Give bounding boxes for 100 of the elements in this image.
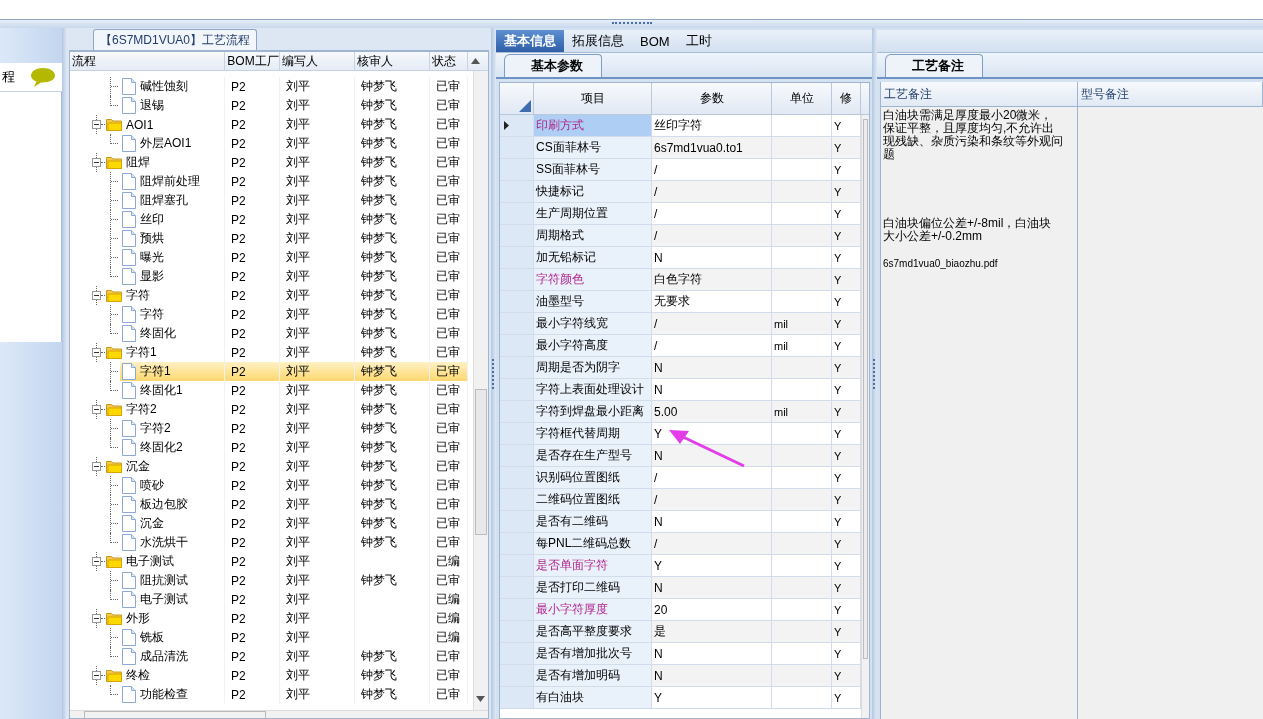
tree-item[interactable]: 沉金	[120, 514, 224, 533]
tree-item[interactable]: 阻焊	[126, 153, 150, 172]
table-cell: N	[652, 357, 772, 378]
tab[interactable]: BOM	[632, 30, 678, 52]
tree-item[interactable]: 字符2	[126, 400, 157, 419]
table-cell: P2	[225, 514, 280, 533]
folder-icon	[106, 118, 122, 131]
vertical-scrollbar[interactable]	[861, 115, 869, 718]
table-cell: 已审	[430, 476, 468, 495]
tree-item[interactable]: 功能检查	[120, 685, 224, 704]
column-header[interactable]: BOM工厂	[225, 52, 280, 70]
table-cell: 刘平	[280, 476, 355, 495]
table-cell: 刘平	[280, 134, 355, 153]
tree-item[interactable]: 丝印	[120, 210, 224, 229]
table-cell: 刘平	[280, 229, 355, 248]
tree-item[interactable]: 水洗烘干	[120, 533, 224, 552]
sub-tab[interactable]: 工艺备注	[885, 54, 983, 77]
column-header[interactable]: 状态	[430, 52, 468, 70]
tree-item[interactable]: 喷砂	[120, 476, 224, 495]
column-header[interactable]: 参数	[652, 83, 772, 114]
table-cell: 已审	[430, 153, 468, 172]
scroll-thumb[interactable]	[475, 389, 487, 535]
table-cell: P2	[225, 590, 280, 609]
tab[interactable]: 拓展信息	[564, 30, 632, 52]
column-header[interactable]: 单位	[772, 83, 832, 114]
tree-item[interactable]: 碱性蚀刻	[120, 77, 224, 96]
table-cell: 刘平	[280, 609, 355, 628]
horizontal-scrollbar[interactable]	[70, 710, 488, 718]
table-cell: 刘平	[280, 362, 355, 381]
tree-item[interactable]: 终固化	[120, 324, 224, 343]
notes-field[interactable]: 白油块需满足厚度最小20微米，保证平整，且厚度均匀,不允许出现残缺、杂质污染和条纹等外观问题 白油块偏位公差+/-8mil，白油块大小公差+/-0.2mm 6s7md1vua0_biaozhu.pdf	[881, 107, 1078, 719]
collapse-icon[interactable]	[92, 120, 101, 129]
collapse-icon[interactable]	[92, 557, 101, 566]
column-header[interactable]: 核审人	[355, 52, 430, 70]
tree-item[interactable]: AOI1	[126, 115, 154, 134]
speech-bubble-icon[interactable]	[30, 66, 56, 88]
tree-item[interactable]: 板边包胶	[120, 495, 224, 514]
table-cell: 刘平	[280, 115, 355, 134]
column-header[interactable]: 流程	[70, 52, 225, 70]
table-cell: 二维码位置图纸	[534, 489, 652, 510]
table-cell: Y	[652, 555, 772, 576]
scroll-thumb[interactable]	[863, 119, 868, 659]
column-header[interactable]: 型号备注	[1078, 82, 1263, 106]
table-cell: P2	[225, 571, 280, 590]
tree-item[interactable]: 显影	[120, 267, 224, 286]
table-cell: 是否单面字符	[534, 555, 652, 576]
tree-item[interactable]: 终检	[126, 666, 150, 685]
tree-item[interactable]: 沉金	[126, 457, 150, 476]
tree-item[interactable]: 铣板	[120, 628, 224, 647]
column-header[interactable]: 工艺备注	[881, 82, 1078, 106]
table-cell: 已编	[430, 552, 468, 571]
document-icon	[122, 192, 136, 209]
collapse-icon[interactable]	[92, 671, 101, 680]
note-text: 白油块需满足厚度最小20微米，保证平整，且厚度均匀,不允许出现残缺、杂质污染和条纹等外观问题	[883, 109, 1063, 161]
tree-item[interactable]: 退锡	[120, 96, 224, 115]
tree-item[interactable]: 阻焊塞孔	[120, 191, 224, 210]
document-icon	[122, 534, 136, 551]
tree-item[interactable]: 阻焊前处理	[120, 172, 224, 191]
column-header[interactable]: 编写人	[280, 52, 355, 70]
column-header[interactable]: 修	[832, 83, 861, 114]
table-cell: 有白油块	[534, 687, 652, 708]
document-icon	[122, 230, 136, 247]
tree-item[interactable]: 字符1	[120, 362, 224, 381]
column-header[interactable]: 项目	[534, 83, 652, 114]
scroll-down-icon[interactable]	[476, 696, 485, 702]
tree-item[interactable]: 终固化2	[120, 438, 224, 457]
tree-item[interactable]: 曝光	[120, 248, 224, 267]
panel-tab[interactable]: 【6S7MD1VUA0】工艺流程	[93, 29, 258, 50]
table-cell: 钟梦飞	[355, 647, 430, 666]
tab[interactable]: 基本信息	[496, 30, 564, 52]
table-cell: P2	[225, 647, 280, 666]
tree-item[interactable]: 字符	[126, 286, 150, 305]
tree-item[interactable]: 阻抗测试	[120, 571, 224, 590]
table-cell: 已审	[430, 457, 468, 476]
row-header[interactable]	[500, 115, 534, 136]
tree-item[interactable]: 预烘	[120, 229, 224, 248]
vertical-scrollbar[interactable]	[473, 71, 488, 710]
tree-item[interactable]: 字符	[120, 305, 224, 324]
tree-item[interactable]: 终固化1	[120, 381, 224, 400]
tree-item[interactable]: 成品清洗	[120, 647, 224, 666]
tree-item[interactable]: 外形	[126, 609, 150, 628]
tree-item[interactable]: 外层AOI1	[120, 134, 224, 153]
table-cell: 钟梦飞	[355, 305, 430, 324]
scroll-up-icon[interactable]	[470, 58, 480, 64]
collapse-icon[interactable]	[92, 462, 101, 471]
table-cell: P2	[225, 229, 280, 248]
tree-item[interactable]: 电子测试	[120, 590, 224, 609]
tree-item[interactable]: 字符2	[120, 419, 224, 438]
document-icon	[122, 439, 136, 456]
tree-item[interactable]: 电子测试	[126, 552, 174, 571]
collapse-icon[interactable]	[92, 291, 101, 300]
tab[interactable]: 工时	[677, 30, 720, 52]
collapse-icon[interactable]	[92, 405, 101, 414]
document-icon	[122, 306, 136, 323]
collapse-icon[interactable]	[92, 158, 101, 167]
collapse-icon[interactable]	[92, 348, 101, 357]
sub-tab[interactable]: 基本参数	[504, 54, 602, 77]
collapse-icon[interactable]	[92, 614, 101, 623]
folder-icon	[106, 669, 122, 682]
tree-item[interactable]: 字符1	[126, 343, 157, 362]
